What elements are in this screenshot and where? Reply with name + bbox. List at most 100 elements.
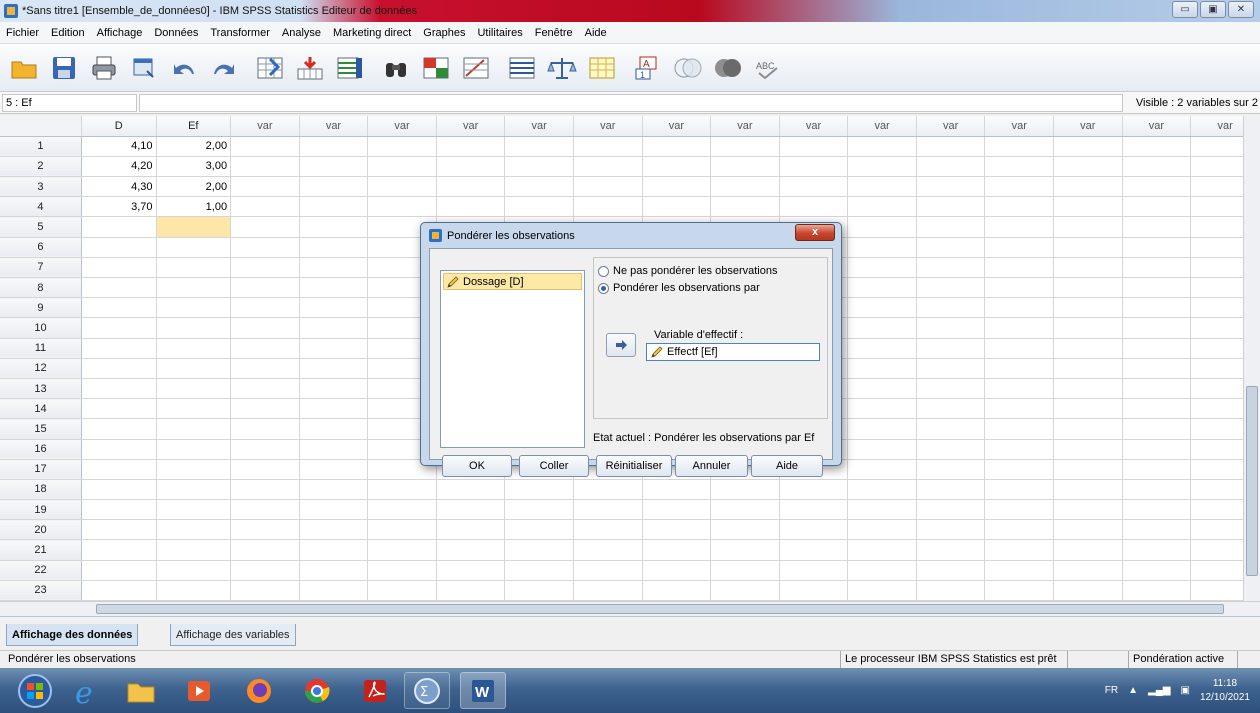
data-cell[interactable] <box>1122 216 1192 238</box>
data-cell[interactable] <box>916 136 986 157</box>
variables-icon[interactable] <box>334 52 366 84</box>
data-cell[interactable]: 2,00 <box>156 136 232 157</box>
data-cell[interactable] <box>81 479 157 501</box>
find-icon[interactable] <box>380 52 412 84</box>
data-cell[interactable] <box>710 136 780 157</box>
grid-corner[interactable] <box>0 116 82 137</box>
data-cell[interactable] <box>156 338 232 359</box>
cell-reference-field[interactable]: 5 : Ef <box>2 94 137 112</box>
word-icon[interactable]: W <box>460 672 506 709</box>
data-cell[interactable] <box>779 176 849 198</box>
tray-expand-icon[interactable]: ▲ <box>1128 685 1138 696</box>
data-cell[interactable] <box>1053 580 1123 601</box>
menu-graphes[interactable]: Graphes <box>417 27 471 39</box>
show-all-variables-icon[interactable] <box>672 52 704 84</box>
internet-explorer-icon[interactable]: e <box>64 672 110 709</box>
data-cell[interactable] <box>1053 519 1123 541</box>
data-cell[interactable] <box>156 580 232 601</box>
data-cell[interactable] <box>916 358 986 379</box>
data-cell[interactable] <box>984 237 1055 258</box>
firefox-icon[interactable] <box>236 672 282 709</box>
column-header[interactable]: Ef <box>156 116 232 137</box>
data-cell[interactable] <box>916 418 986 440</box>
data-cell[interactable] <box>1053 317 1123 339</box>
data-cell[interactable] <box>230 479 300 501</box>
vertical-scroll-thumb[interactable] <box>1246 386 1258 576</box>
data-cell[interactable] <box>573 539 643 561</box>
data-cell[interactable] <box>847 459 917 480</box>
data-cell[interactable] <box>847 297 917 319</box>
data-cell[interactable] <box>156 459 232 480</box>
column-header[interactable]: var <box>436 116 506 137</box>
data-cell[interactable] <box>916 257 986 279</box>
data-cell[interactable] <box>81 216 157 238</box>
menu-transformer[interactable]: Transformer <box>204 27 276 39</box>
data-cell[interactable] <box>984 560 1055 581</box>
data-cell[interactable] <box>367 156 437 178</box>
data-cell[interactable] <box>156 277 232 299</box>
data-cell[interactable] <box>504 479 574 501</box>
goto-case-icon[interactable] <box>254 52 286 84</box>
row-header[interactable]: 19 <box>0 499 82 521</box>
data-cell[interactable] <box>984 479 1055 501</box>
data-cell[interactable] <box>156 519 232 541</box>
data-cell[interactable] <box>81 358 157 379</box>
data-cell[interactable] <box>847 317 917 339</box>
data-cell[interactable] <box>710 519 780 541</box>
data-cell[interactable] <box>156 317 232 339</box>
row-header[interactable]: 7 <box>0 257 82 279</box>
data-cell[interactable] <box>642 176 712 198</box>
data-cell[interactable] <box>916 196 986 218</box>
data-cell[interactable] <box>642 580 712 601</box>
data-cell[interactable] <box>916 237 986 258</box>
data-cell[interactable] <box>230 459 300 480</box>
data-cell[interactable] <box>1122 378 1192 400</box>
data-cell[interactable] <box>299 479 369 501</box>
data-cell[interactable] <box>1122 519 1192 541</box>
row-header[interactable]: 5 <box>0 216 82 238</box>
data-cell[interactable] <box>299 216 369 238</box>
data-cell[interactable] <box>230 519 300 541</box>
data-cell[interactable] <box>156 257 232 279</box>
data-cell[interactable] <box>1122 237 1192 258</box>
media-player-icon[interactable] <box>176 672 222 709</box>
spelling-circles-icon[interactable] <box>712 52 744 84</box>
data-cell[interactable] <box>916 580 986 601</box>
data-cell[interactable] <box>573 560 643 581</box>
data-cell[interactable] <box>573 196 643 218</box>
data-cell[interactable] <box>916 378 986 400</box>
data-cell[interactable] <box>156 237 232 258</box>
data-cell[interactable] <box>367 196 437 218</box>
data-cell[interactable] <box>847 196 917 218</box>
data-cell[interactable] <box>847 378 917 400</box>
data-cell[interactable] <box>436 499 506 521</box>
data-cell[interactable] <box>81 459 157 480</box>
dialog-recall-icon[interactable] <box>128 52 160 84</box>
data-cell[interactable] <box>299 156 369 178</box>
data-cell[interactable] <box>81 317 157 339</box>
data-cell[interactable] <box>436 580 506 601</box>
data-cell[interactable] <box>436 136 506 157</box>
data-cell[interactable] <box>984 257 1055 279</box>
data-cell[interactable] <box>573 176 643 198</box>
data-cell[interactable] <box>367 136 437 157</box>
data-cell[interactable] <box>1122 136 1192 157</box>
data-cell[interactable] <box>916 338 986 359</box>
cell-editor-field[interactable] <box>139 94 1123 112</box>
column-header[interactable]: var <box>504 116 574 137</box>
data-cell[interactable] <box>710 539 780 561</box>
data-cell[interactable] <box>984 216 1055 238</box>
data-cell[interactable] <box>81 338 157 359</box>
data-cell[interactable] <box>984 358 1055 379</box>
data-cell[interactable] <box>916 176 986 198</box>
data-cell[interactable] <box>299 136 369 157</box>
data-cell[interactable] <box>984 539 1055 561</box>
data-cell[interactable] <box>847 398 917 420</box>
chrome-icon[interactable] <box>294 672 340 709</box>
data-cell[interactable] <box>1053 499 1123 521</box>
source-variable-list[interactable]: Dossage [D] <box>440 270 585 448</box>
data-cell[interactable] <box>1122 479 1192 501</box>
row-header[interactable]: 11 <box>0 338 82 359</box>
data-cell[interactable] <box>779 580 849 601</box>
data-cell[interactable] <box>156 499 232 521</box>
